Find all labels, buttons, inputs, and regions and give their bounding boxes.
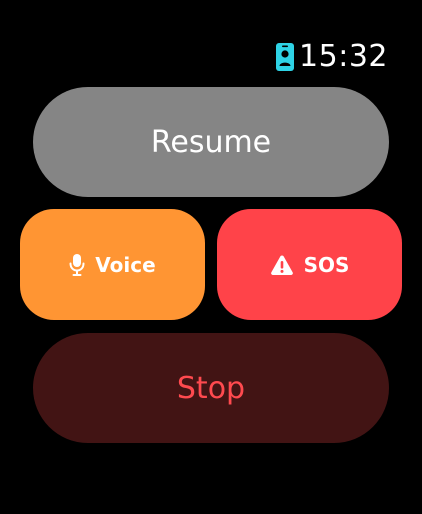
voice-button[interactable]: Voice — [20, 209, 205, 320]
resume-button[interactable]: Resume — [33, 87, 389, 197]
sos-button[interactable]: SOS — [217, 209, 402, 320]
stop-button[interactable]: Stop — [33, 333, 389, 443]
sos-label: SOS — [303, 252, 350, 277]
warning-triangle-icon — [270, 254, 294, 276]
person-badge-icon — [275, 42, 295, 72]
clock-time: 15:32 — [299, 39, 388, 74]
microphone-icon — [69, 253, 85, 277]
resume-label: Resume — [150, 124, 272, 160]
voice-label: Voice — [95, 252, 156, 277]
stop-label: Stop — [176, 370, 246, 406]
status-bar: 15:32 — [275, 40, 388, 74]
